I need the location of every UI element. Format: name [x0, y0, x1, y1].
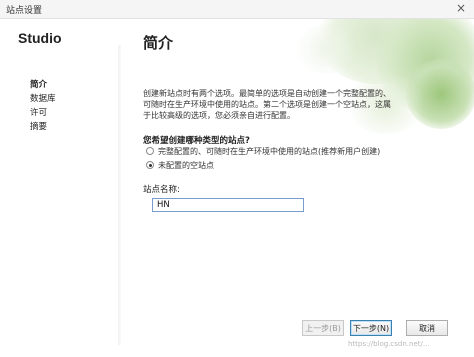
- brand-title: Studio: [18, 30, 62, 46]
- site-name-input[interactable]: [152, 198, 304, 212]
- nav-item-intro[interactable]: 简介: [30, 78, 56, 92]
- decorative-blob: [296, 24, 356, 74]
- next-button[interactable]: 下一步(N): [350, 320, 392, 336]
- radio-button-selected[interactable]: [146, 161, 154, 169]
- back-button[interactable]: 上一步(B): [302, 320, 344, 336]
- option-full-site[interactable]: 完整配置的、可随时在生产环境中使用的站点(推荐新用户创建): [146, 145, 380, 157]
- option-empty-site[interactable]: 未配置的空站点: [146, 159, 214, 171]
- option-label: 完整配置的、可随时在生产环境中使用的站点(推荐新用户创建): [158, 146, 381, 156]
- page-title: 简介: [143, 35, 174, 52]
- site-name-label: 站点名称:: [143, 185, 180, 195]
- intro-description: 创建新站点时有两个选项。最简单的选项是自动创建一个完整配置的、可随时在生产环境中…: [143, 89, 391, 120]
- title-bar: 站点设置 ×: [0, 0, 474, 19]
- nav-item-license[interactable]: 许可: [30, 106, 56, 120]
- option-label: 未配置的空站点: [158, 160, 214, 170]
- close-icon[interactable]: ×: [456, 1, 466, 15]
- step-nav: 简介 数据库 许可 摘要: [30, 78, 56, 134]
- watermark: https://blog.csdn.net/...: [348, 340, 430, 348]
- window-title: 站点设置: [6, 6, 43, 16]
- radio-button[interactable]: [146, 147, 154, 155]
- nav-item-summary[interactable]: 摘要: [30, 120, 56, 134]
- nav-item-database[interactable]: 数据库: [30, 92, 56, 106]
- sidebar: [0, 19, 118, 357]
- cancel-button[interactable]: 取消: [406, 320, 448, 336]
